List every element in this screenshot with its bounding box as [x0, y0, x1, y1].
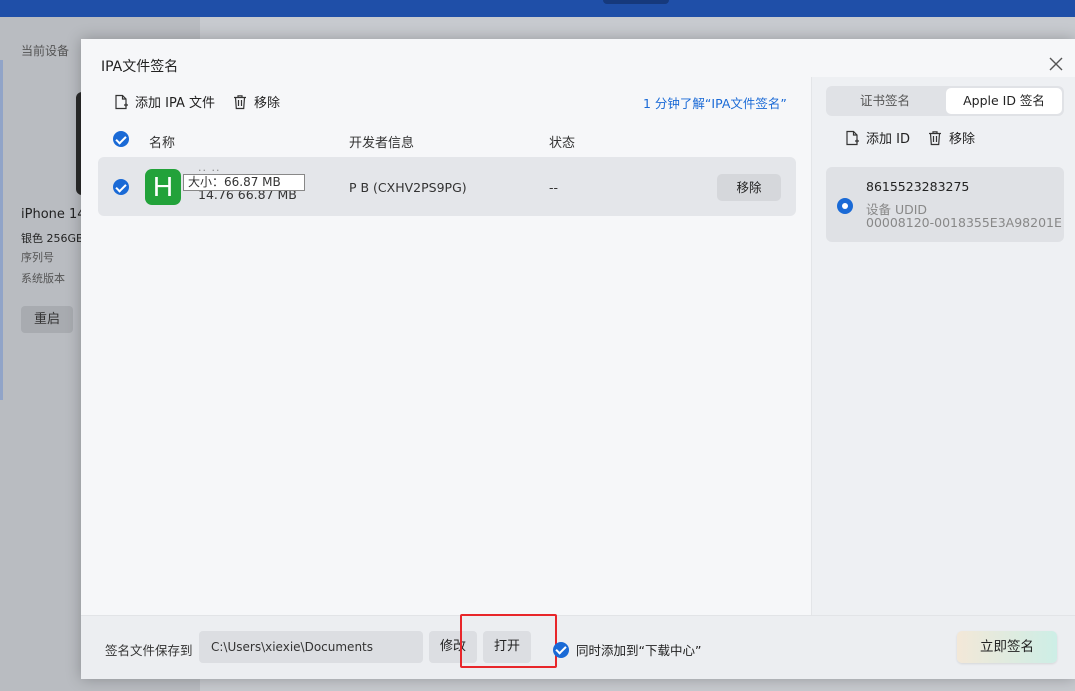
udid-value: 00008120-0018355E3A98201E	[866, 215, 1062, 230]
add-ipa-label: 添加 IPA 文件	[135, 96, 215, 111]
device-name: iPhone 14	[21, 207, 86, 222]
account-radio[interactable]	[837, 198, 853, 214]
add-ipa-button[interactable]: 添加 IPA 文件	[113, 92, 215, 111]
dialog-title: IPA文件签名	[101, 59, 179, 75]
select-all-checkbox[interactable]	[113, 131, 129, 147]
dialog-footer: 签名文件保存到 修改 打开 同时添加到“下载中心” 立即签名	[81, 614, 1075, 679]
also-add-checkbox[interactable]	[553, 641, 569, 658]
remove-id-label: 移除	[949, 132, 976, 147]
account-id: 8615523283275	[866, 179, 970, 194]
also-add-label: 同时添加到“下载中心”	[576, 643, 702, 658]
row-checkbox[interactable]	[113, 179, 129, 195]
apple-id-account[interactable]: 8615523283275 设备 UDID 00008120-0018355E3…	[826, 167, 1064, 242]
table-row[interactable]: H .. .. 14.76 66.87 MB 大小：66.87 MB P B (…	[98, 157, 796, 216]
highlight-box	[460, 614, 557, 668]
tab-apple-id-sign[interactable]: Apple ID 签名	[946, 88, 1062, 114]
header-name: 名称	[149, 136, 176, 151]
add-file-icon	[846, 130, 859, 145]
status-text: --	[549, 180, 559, 195]
also-add-download-center[interactable]: 同时添加到“下载中心”	[553, 640, 701, 659]
add-file-icon	[115, 94, 128, 109]
sign-mode-tabs: 证书签名 Apple ID 签名	[826, 86, 1064, 116]
add-id-label: 添加 ID	[866, 132, 910, 147]
add-id-button[interactable]: 添加 ID	[844, 128, 910, 147]
remove-button[interactable]: 移除	[232, 92, 280, 111]
help-link[interactable]: 1 分钟了解“IPA文件签名”	[643, 93, 787, 112]
header-developer: 开发者信息	[349, 136, 415, 151]
size-tooltip: 大小：66.87 MB	[183, 174, 305, 191]
current-device-label: 当前设备	[21, 44, 70, 58]
restart-button[interactable]: 重启	[21, 306, 73, 333]
tab-cert-sign[interactable]: 证书签名	[828, 88, 942, 114]
trash-icon	[234, 94, 246, 109]
app-icon: H	[145, 169, 181, 205]
save-to-label: 签名文件保存到	[105, 643, 193, 658]
sign-now-button[interactable]: 立即签名	[957, 631, 1057, 663]
system-version-label: 系统版本	[21, 272, 65, 285]
serial-label: 序列号	[21, 251, 54, 264]
close-icon[interactable]	[1047, 55, 1065, 73]
background-top-bar	[0, 0, 1075, 17]
remove-id-button[interactable]: 移除	[927, 128, 975, 147]
ipa-sign-dialog: IPA文件签名 添加 IPA 文件 移除 1 分钟了解“IPA文件签名” 名称 …	[81, 39, 1075, 679]
row-remove-button[interactable]: 移除	[717, 174, 781, 201]
trash-icon	[929, 130, 941, 145]
header-status: 状态	[549, 136, 576, 151]
app-name: .. ..	[198, 161, 221, 174]
device-spec: 银色 256GB	[21, 232, 84, 245]
right-panel: 证书签名 Apple ID 签名 添加 ID 移除 8615523283275 …	[811, 77, 1075, 615]
developer-info: P B (CXHV2PS9PG)	[349, 180, 467, 195]
save-path-field[interactable]	[199, 631, 423, 663]
remove-label: 移除	[254, 96, 281, 111]
